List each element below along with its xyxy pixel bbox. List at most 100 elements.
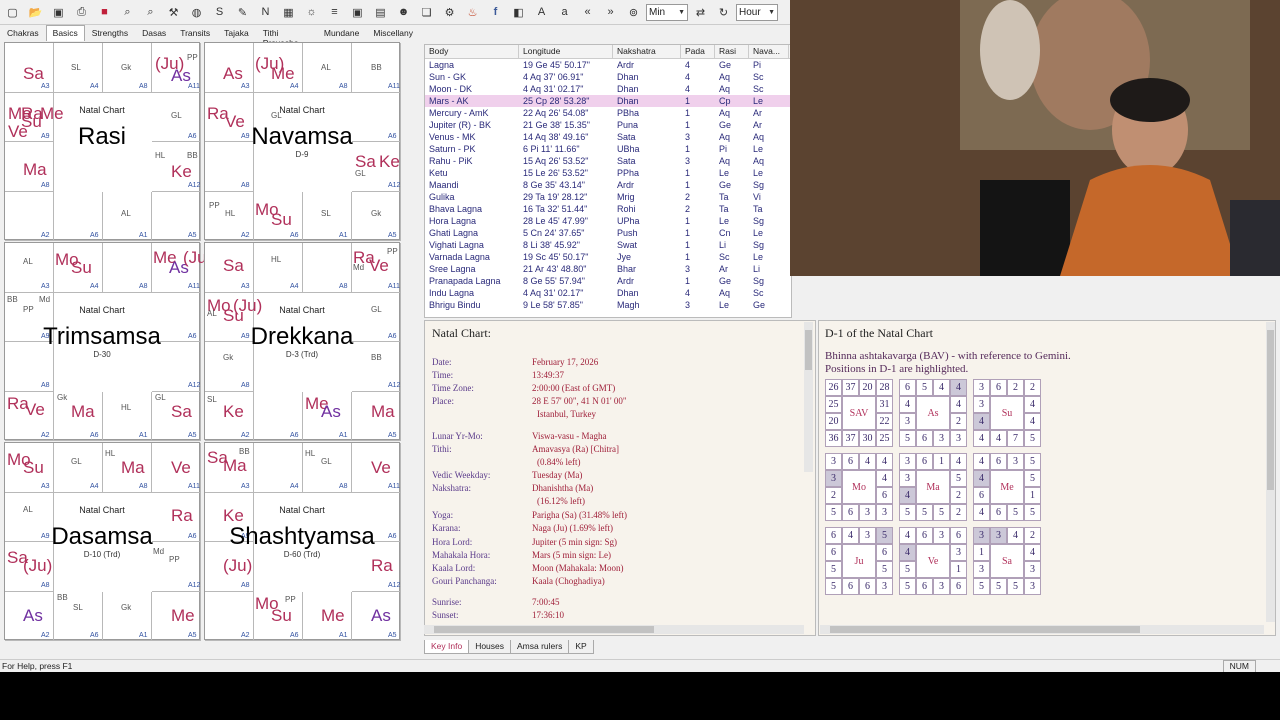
bav-hscroll[interactable] (820, 625, 1264, 634)
column-header[interactable]: Nava... (749, 45, 789, 58)
tab-miscellany[interactable]: Miscellany (366, 25, 420, 42)
house-number: A4 (290, 483, 299, 490)
table-row[interactable]: Vighati Lagna 8 Li 38' 45.92" Swat 1 Li Sg (425, 239, 791, 251)
column-header[interactable]: Rasi (715, 45, 749, 58)
print-icon[interactable]: ⎙ (71, 2, 92, 22)
text-a-small-icon[interactable]: a (554, 2, 575, 22)
table-row[interactable]: Mars - AK 25 Cp 28' 53.28" Dhan 1 Cp Le (425, 95, 791, 107)
key-info-value: Kaala (Choghadiya) (532, 576, 605, 586)
globe-icon[interactable]: ◍ (186, 2, 207, 22)
bav-cell: 3 (899, 453, 916, 470)
tab-tithi-pravesha[interactable]: Tithi Pravesha (256, 25, 317, 48)
bav-grid-ve: 4 6 3 6 3 1 6 3 6 5 5 4 Ve (899, 527, 967, 595)
hour-select[interactable]: Hour ▼ (736, 3, 778, 21)
key-info-hscroll[interactable] (424, 625, 804, 634)
swap-icon[interactable]: ⇄ (690, 2, 711, 22)
app-icon[interactable]: ◧ (508, 2, 529, 22)
table-row[interactable]: Jupiter (R) - BK 21 Ge 38' 15.35" Puna 1 Ge A… (425, 119, 791, 131)
sb-icon[interactable]: ≡ (324, 2, 345, 22)
open-icon[interactable]: 📂 (25, 2, 46, 22)
min-select[interactable]: Min ▼ (646, 3, 688, 21)
key-info-vscroll[interactable] (804, 322, 813, 472)
frame-icon[interactable]: ▣ (347, 2, 368, 22)
tab-transits[interactable]: Transits (173, 25, 217, 42)
tab-chakras[interactable]: Chakras (0, 25, 46, 42)
bottom-tab-amsa-rulers[interactable]: Amsa rulers (510, 640, 570, 654)
save-icon[interactable]: ▣ (48, 2, 69, 22)
tab-dasas[interactable]: Dasas (135, 25, 173, 42)
sun-icon[interactable]: ☼ (301, 2, 322, 22)
chart-shashtyamsa[interactable]: A3 A4 A8 A11 A9 A6 A8 A12 A2 A6 A1 A5 Natal Chart Sha… (204, 442, 401, 641)
table-row[interactable]: Bhava Lagna 16 Ta 32' 51.44" Rohi 2 Ta Ta (425, 203, 791, 215)
table-cell: 3 (685, 132, 691, 142)
n-icon[interactable]: N (255, 2, 276, 22)
table-row[interactable]: Maandi 8 Ge 35' 43.14" Ardr 1 Ge Sg (425, 179, 791, 191)
table-row[interactable]: Rahu - PiK 15 Aq 26' 53.52" Sata 3 Aq Aq (425, 155, 791, 167)
column-header[interactable]: Longitude (519, 45, 613, 58)
bav-vscroll[interactable] (1266, 322, 1275, 622)
house-number: A3 (241, 283, 250, 290)
column-header[interactable]: Nakshatra (613, 45, 681, 58)
house-number: A3 (41, 83, 50, 90)
charts-panel: A3 A4 A8 A11 A9 A6 A8 A12 A2 A6 A1 A5 Natal Chart Ras… (4, 42, 408, 648)
column-header[interactable]: Pada (681, 45, 715, 58)
table-row[interactable]: Varnada Lagna 19 Sc 45' 50.17" Jye 1 Sc Le (425, 251, 791, 263)
table-row[interactable]: Mercury - AmK 22 Aq 26' 54.08" PBha 1 Aq Ar (425, 107, 791, 119)
table-row[interactable]: Gulika 29 Ta 19' 28.12" Mrig 2 Ta Vi (425, 191, 791, 203)
table-row[interactable]: Saturn - PK 6 Pi 11' 11.66" UBha 1 Pi Le (425, 143, 791, 155)
chart-drekkana[interactable]: A3 A4 A8 A11 A9 A6 A8 A12 A2 A6 A1 A5 Natal Chart Dre… (204, 242, 401, 441)
tab-basics[interactable]: Basics (45, 25, 85, 41)
table-row[interactable]: Ghati Lagna 5 Cn 24' 37.65" Push 1 Cn Le (425, 227, 791, 239)
color-icon[interactable]: ■ (94, 2, 115, 22)
facebook-icon[interactable]: f (485, 2, 506, 22)
column-header[interactable]: Body (425, 45, 519, 58)
gear-icon[interactable]: ⚙ (439, 2, 460, 22)
book-icon[interactable]: ❏ (416, 2, 437, 22)
table-row[interactable]: Bhrigu Bindu 9 Le 58' 57.85" Magh 3 Le Ge (425, 299, 791, 311)
key-info-label: Gouri Panchanga: (432, 576, 497, 586)
bav-cell: 3 (973, 396, 990, 413)
tab-tajaka[interactable]: Tajaka (217, 25, 256, 42)
table-row[interactable]: Venus - MK 14 Aq 38' 49.16" Sata 3 Aq Aq (425, 131, 791, 143)
tools-icon[interactable]: ⚒ (163, 2, 184, 22)
pen-icon[interactable]: ✎ (232, 2, 253, 22)
text-a-icon[interactable]: A (531, 2, 552, 22)
chart-dasamsa[interactable]: A3 A4 A8 A11 A9 A6 A8 A12 A2 A6 A1 A5 Natal Chart Das… (4, 442, 201, 641)
table-icon[interactable]: ▤ (370, 2, 391, 22)
bottom-tab-kp[interactable]: KP (568, 640, 594, 654)
fire-icon[interactable]: ♨ (462, 2, 483, 22)
refresh-icon[interactable]: ↻ (713, 2, 734, 22)
bottom-tab-key-info[interactable]: Key Info (424, 640, 470, 654)
status-help: For Help, press F1 (2, 661, 73, 671)
house-number: A2 (241, 631, 250, 639)
tab-strengths[interactable]: Strengths (85, 25, 135, 42)
bav-cell: 3 (1024, 561, 1041, 578)
table-cell: 9 Le 58' 57.85" (523, 300, 583, 310)
table-row[interactable]: Sun - GK 4 Aq 37' 06.91" Dhan 4 Aq Sc (425, 71, 791, 83)
table-cell: 4 (685, 84, 691, 94)
bottom-tab-houses[interactable]: Houses (468, 640, 512, 654)
table-row[interactable]: Moon - DK 4 Aq 31' 02.17" Dhan 4 Aq Sc (425, 83, 791, 95)
chart-trimsamsa[interactable]: A3 A4 A8 A11 A9 A6 A8 A12 A2 A6 A1 A5 Natal Chart Tri… (4, 242, 212, 441)
sp-icon[interactable]: S (209, 2, 230, 22)
chart-navamsa[interactable]: A3 A4 A8 A11 A9 A6 A8 A12 A2 A6 A1 A5 Natal Chart Nav… (204, 42, 401, 241)
search-icon[interactable]: ⌕ (117, 2, 138, 22)
table-cell: Cp (719, 96, 731, 106)
binoculars-icon[interactable]: ⊚ (623, 2, 644, 22)
tab-mundane[interactable]: Mundane (317, 25, 366, 42)
table-row[interactable]: Hora Lagna 28 Le 45' 47.99" UPha 1 Le Sg (425, 215, 791, 227)
table-row[interactable]: Sree Lagna 21 Ar 43' 48.80" Bhar 3 Ar Li (425, 263, 791, 275)
table-row[interactable]: Pranapada Lagna 8 Ge 55' 57.94" Ardr 1 Ge Sg (425, 275, 791, 287)
table-row[interactable]: Lagna 19 Ge 45' 50.17" Ardr 4 Ge Pi (425, 59, 791, 71)
grid-icon[interactable]: ▦ (278, 2, 299, 22)
house-number: A11 (388, 283, 400, 290)
new-icon[interactable]: ▢ (2, 2, 23, 22)
prev-icon[interactable]: « (577, 2, 598, 22)
chart-rasi[interactable]: A3 A4 A8 A11 A9 A6 A8 A12 A2 A6 A1 A5 Natal Chart Ras… (4, 42, 201, 241)
people-icon[interactable]: ☻ (393, 2, 414, 22)
bav-cell: 5 (1007, 504, 1024, 521)
table-row[interactable]: Ketu 15 Le 26' 53.52" PPha 1 Le Le (425, 167, 791, 179)
search2-icon[interactable]: ⌕ (140, 2, 161, 22)
table-row[interactable]: Indu Lagna 4 Aq 31' 02.17" Dhan 4 Aq Sc (425, 287, 791, 299)
next-icon[interactable]: » (600, 2, 621, 22)
